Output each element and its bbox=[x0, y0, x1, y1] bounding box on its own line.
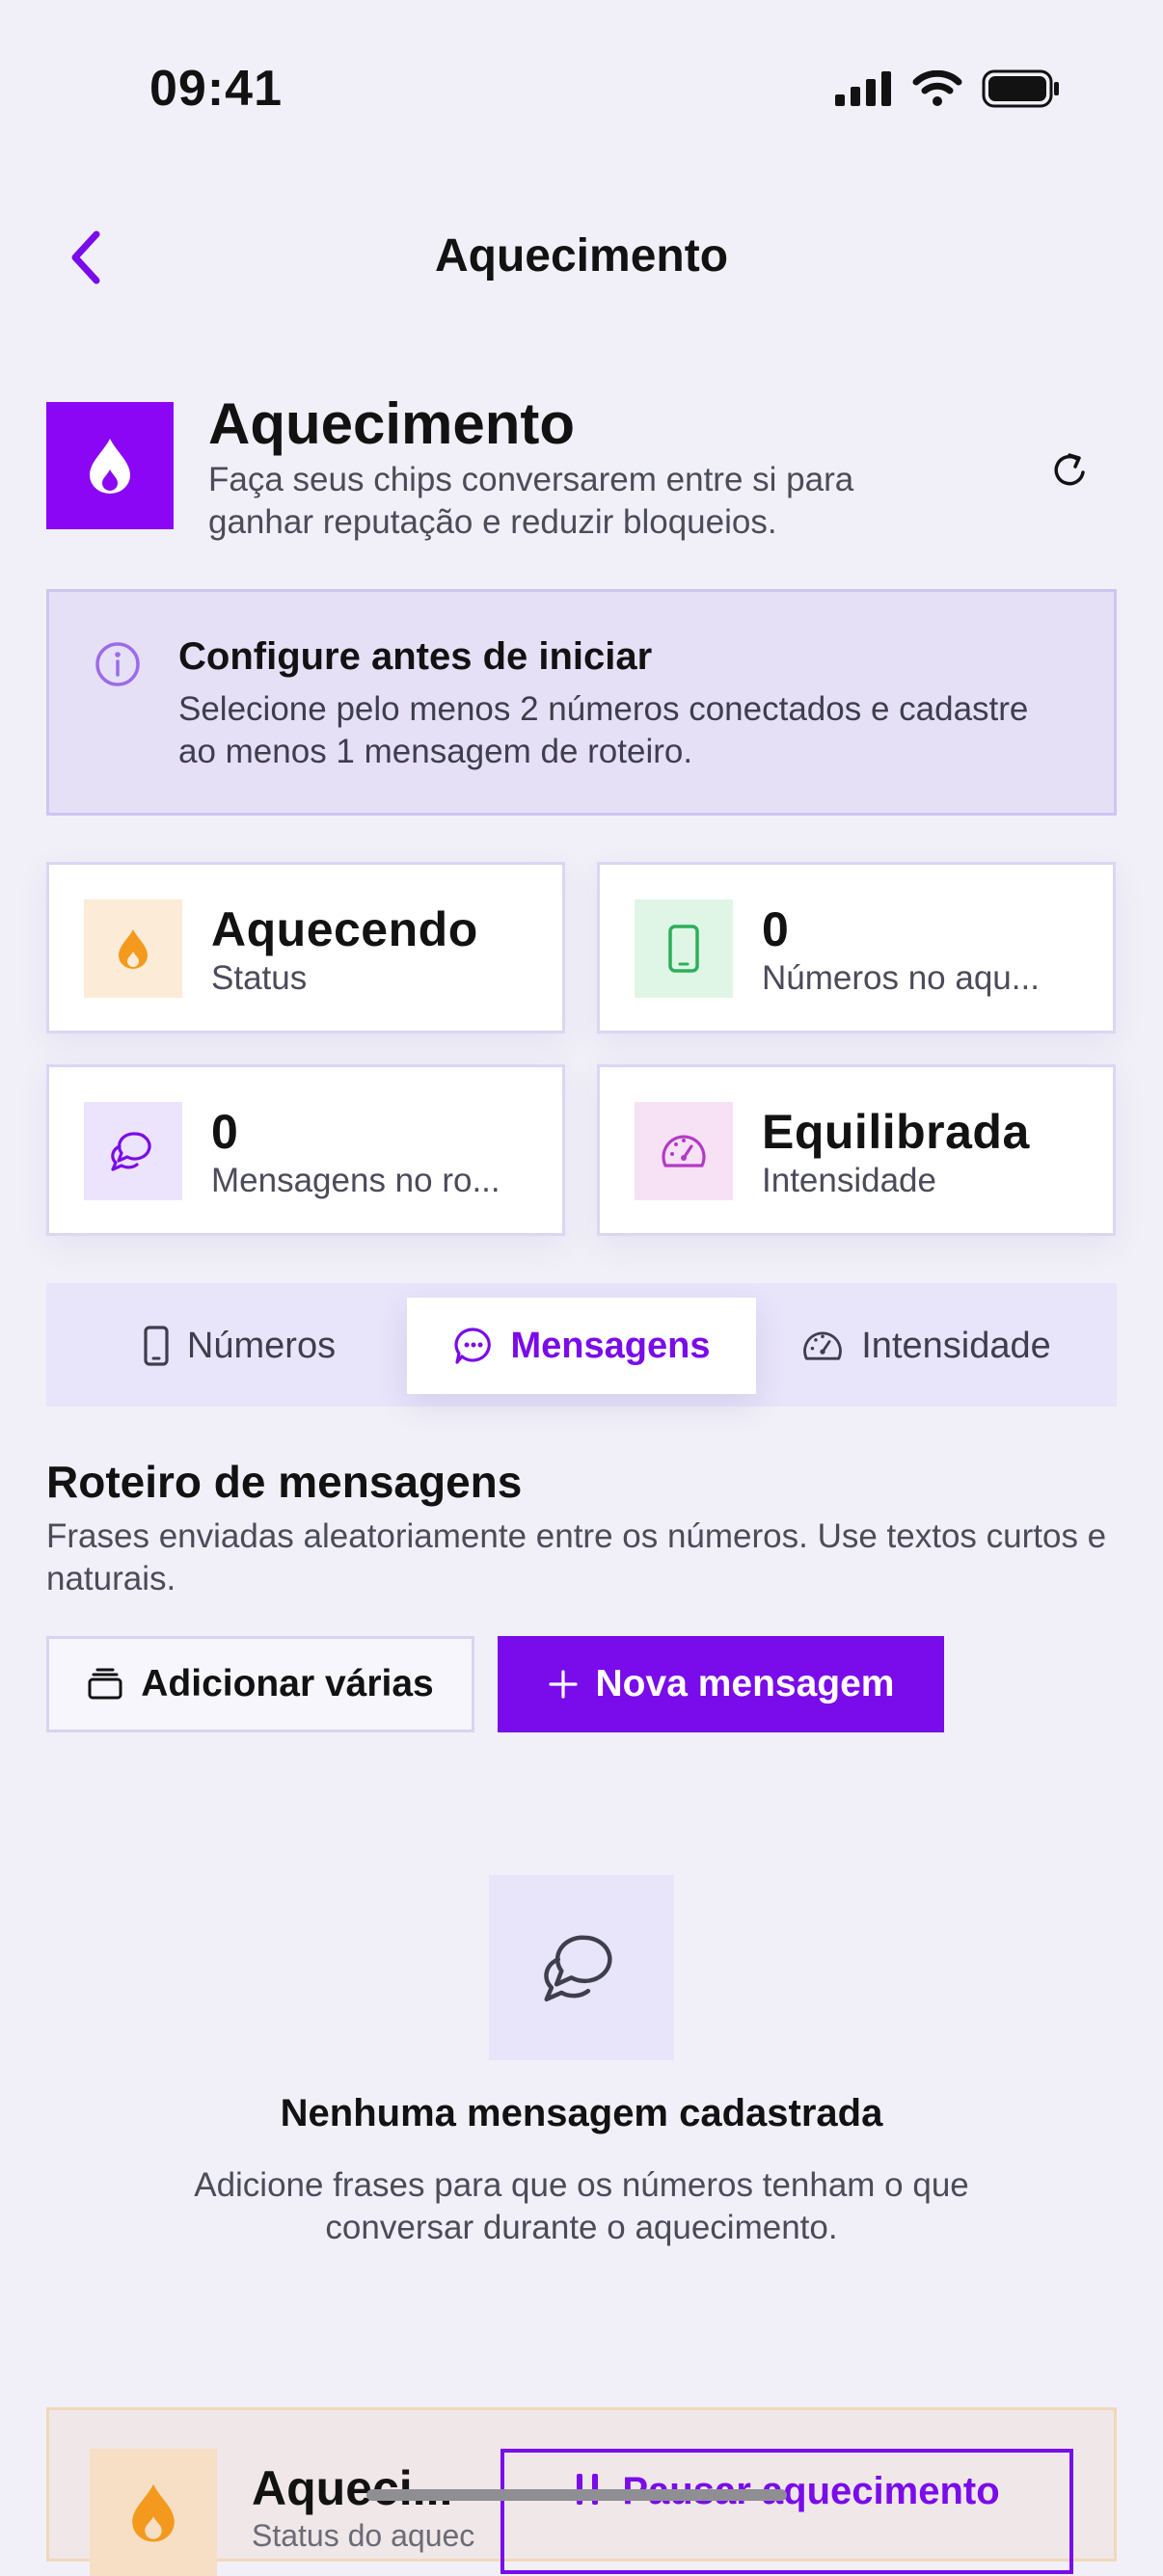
stat-card-numbers: 0 Números no aqu... bbox=[597, 862, 1116, 1033]
new-message-label: Nova mensagem bbox=[595, 1663, 895, 1704]
stat-icon-box bbox=[84, 1102, 182, 1200]
section-description: Frases enviadas aleatoriamente entre os … bbox=[46, 1517, 1107, 1597]
tab-label: Mensagens bbox=[510, 1325, 711, 1366]
status-subtitle: Status do aquec bbox=[252, 2518, 475, 2553]
pause-warmup-button[interactable]: Pausar aquecimento bbox=[500, 2449, 1073, 2574]
tab-bar: Números Mensagens Intensidade bbox=[46, 1283, 1117, 1407]
stat-value: 0 bbox=[762, 902, 790, 956]
tab-label: Intensidade bbox=[861, 1325, 1051, 1366]
phone-icon bbox=[668, 925, 699, 973]
cellular-signal-icon bbox=[835, 71, 891, 106]
tab-numeros[interactable]: Números bbox=[75, 1298, 403, 1394]
empty-state-illustration bbox=[489, 1875, 674, 2060]
gauge-icon bbox=[662, 1135, 706, 1167]
page-title: Aquecimento bbox=[208, 391, 576, 456]
chat-bubbles-icon bbox=[111, 1132, 151, 1171]
nav-title: Aquecimento bbox=[434, 230, 729, 282]
status-icons bbox=[835, 69, 1061, 108]
add-many-label: Adicionar várias bbox=[141, 1663, 434, 1704]
flame-icon bbox=[132, 2483, 175, 2542]
plus-icon bbox=[548, 1670, 578, 1699]
stat-icon-box bbox=[84, 899, 182, 998]
section-title: Roteiro de mensagens bbox=[46, 1457, 523, 1507]
stat-label: Intensidade bbox=[762, 1162, 936, 1199]
phone-icon bbox=[144, 1326, 169, 1366]
stat-label: Números no aqu... bbox=[762, 959, 1040, 997]
stat-icon-box bbox=[635, 1102, 733, 1200]
tab-intensidade[interactable]: Intensidade bbox=[760, 1298, 1093, 1394]
stat-value: Equilibrada bbox=[762, 1105, 1030, 1159]
notice-text: Selecione pelo menos 2 números conectado… bbox=[178, 690, 1029, 770]
page-subtitle: Faça seus chips conversarem entre si par… bbox=[208, 461, 854, 541]
stat-icon-box bbox=[635, 899, 733, 998]
stat-value: Aquecendo bbox=[211, 902, 478, 956]
status-icon-box bbox=[90, 2449, 217, 2576]
refresh-icon bbox=[1054, 453, 1085, 486]
refresh-button[interactable] bbox=[1038, 439, 1101, 502]
warmup-status-bar: Aqueci... Status do aquec Pausar aquecim… bbox=[46, 2407, 1117, 2576]
setup-notice: Configure antes de iniciar Selecione pel… bbox=[46, 589, 1117, 816]
info-icon bbox=[95, 642, 140, 686]
stack-icon bbox=[88, 1668, 122, 1700]
tab-mensagens[interactable]: Mensagens bbox=[407, 1298, 756, 1394]
tab-label: Números bbox=[186, 1325, 337, 1366]
warmup-logo bbox=[46, 402, 174, 529]
battery-icon bbox=[982, 69, 1059, 108]
gauge-icon bbox=[803, 1331, 843, 1360]
chat-dots-icon bbox=[453, 1328, 491, 1364]
flame-icon bbox=[119, 929, 148, 969]
wifi-icon bbox=[912, 70, 962, 106]
stat-label: Mensagens no ro... bbox=[211, 1162, 500, 1199]
add-many-button[interactable]: Adicionar várias bbox=[46, 1636, 474, 1732]
status-time: 09:41 bbox=[149, 61, 283, 117]
stat-label: Status bbox=[211, 959, 308, 997]
stat-card-status: Aquecendo Status bbox=[46, 862, 565, 1033]
status-title: Aqueci... bbox=[252, 2461, 453, 2515]
flame-icon bbox=[90, 439, 130, 494]
notice-title: Configure antes de iniciar bbox=[178, 635, 653, 678]
home-indicator bbox=[366, 2489, 787, 2501]
empty-state-title: Nenhuma mensagem cadastrada bbox=[280, 2092, 883, 2134]
stat-card-intensity: Equilibrada Intensidade bbox=[597, 1064, 1116, 1236]
empty-state-text: Adicione frases para que os números tenh… bbox=[194, 2166, 969, 2246]
stat-card-messages: 0 Mensagens no ro... bbox=[46, 1064, 565, 1236]
chat-bubbles-icon bbox=[544, 1935, 612, 2002]
stat-value: 0 bbox=[211, 1105, 239, 1159]
new-message-button[interactable]: Nova mensagem bbox=[498, 1636, 944, 1732]
